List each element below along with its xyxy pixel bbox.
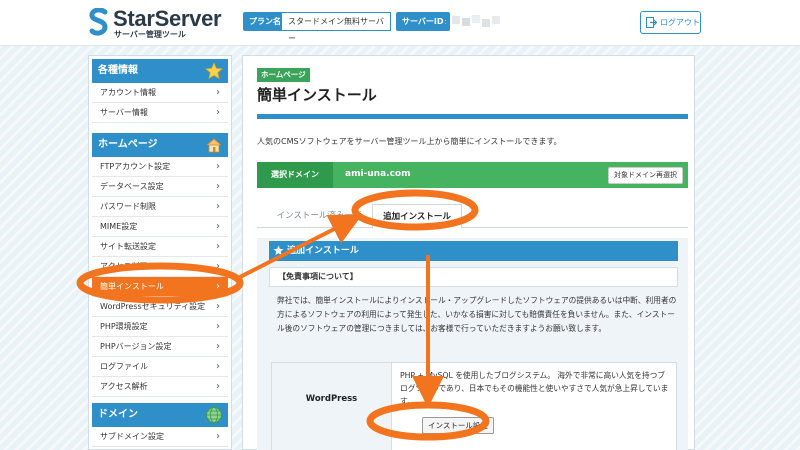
logo-mark-icon <box>89 8 108 36</box>
sidebar-item-label: PHPバージョン設定 <box>100 342 172 351</box>
tab-add-install[interactable]: 追加インストール <box>372 204 462 229</box>
chevron-right-icon: › <box>216 381 220 392</box>
app-description: PHP + MySQL を使用したブログシステム。 海外で非常に高い人気を持つブ… <box>400 371 669 406</box>
title-divider <box>257 114 688 119</box>
chevron-right-icon: › <box>216 281 220 292</box>
sidebar: 各種情報 アカウント情報 › サーバー情報 › ホームページ FTPアカウント設定 ›… <box>88 55 232 450</box>
chevron-right-icon: › <box>216 261 220 272</box>
app-name: WordPress <box>272 363 392 450</box>
disclaimer-text: 弊社では、簡単インストールによりインストール・アップグレードしたソフトウェアの提… <box>277 296 677 333</box>
sidebar-item-php-version[interactable]: PHPバージョン設定 › <box>92 337 228 357</box>
sidebar-item-label: アカウント情報 <box>100 88 156 97</box>
logout-button[interactable]: ログアウト <box>640 11 701 34</box>
sidebar-item-label: サイト転送設定 <box>100 242 156 251</box>
sidebar-item-server-info[interactable]: サーバー情報 › <box>92 103 228 123</box>
sidebar-item-label: データベース設定 <box>100 182 164 191</box>
add-install-heading: 追加インストール <box>269 241 678 261</box>
chevron-right-icon: › <box>216 361 220 372</box>
redaction-mosaic <box>452 15 500 27</box>
sidebar-section-info: 各種情報 <box>92 59 228 83</box>
top-header: StarServer サーバー管理ツール プラン名 スタードメイン無料サーバー … <box>0 0 800 46</box>
app-row-wordpress: WordPress PHP + MySQL を使用したブログシステム。 海外で非… <box>271 362 677 450</box>
add-install-panel: 追加インストール 【免責事項について】 弊社では、簡単インストールによりインスト… <box>257 238 688 450</box>
domain-reselect-button[interactable]: 対象ドメイン再選択 <box>608 167 683 184</box>
star-icon <box>273 245 284 256</box>
install-tabs: インストール済み一覧 追加インストール <box>257 204 688 229</box>
sidebar-item-access-analysis[interactable]: アクセス解析 › <box>92 377 228 397</box>
sidebar-item-label: WordPressセキュリティ設定 <box>100 302 206 311</box>
sidebar-section-title: ホームページ <box>98 139 158 150</box>
sidebar-section-title: ドメイン <box>98 409 138 420</box>
chevron-right-icon: › <box>216 181 220 192</box>
chevron-right-icon: › <box>216 201 220 212</box>
chevron-right-icon: › <box>216 87 220 98</box>
sidebar-item-account-info[interactable]: アカウント情報 › <box>92 83 228 103</box>
sidebar-item-label: パスワード制限 <box>100 202 156 211</box>
chevron-right-icon: › <box>216 221 220 232</box>
server-id-label: サーバーID <box>396 12 450 31</box>
sidebar-item-subdomain[interactable]: サブドメイン設定 › <box>92 427 228 447</box>
sidebar-item-label: MIME設定 <box>100 222 138 231</box>
sidebar-item-label: PHP環境設定 <box>100 322 148 331</box>
chevron-right-icon: › <box>216 301 220 312</box>
add-install-heading-text: 追加インストール <box>287 246 359 256</box>
chevron-right-icon: › <box>216 341 220 352</box>
chevron-right-icon: › <box>216 161 220 172</box>
star-icon <box>205 62 223 80</box>
sidebar-item-redirect[interactable]: サイト転送設定 › <box>92 237 228 257</box>
sidebar-item-label: サブドメイン設定 <box>100 432 164 441</box>
logo-subtitle: サーバー管理ツール <box>114 30 186 39</box>
starserver-logo[interactable]: StarServer サーバー管理ツール <box>88 6 238 40</box>
logout-label: ログアウト <box>660 18 700 27</box>
chevron-right-icon: › <box>216 321 220 332</box>
selected-domain-value: ami-una.com <box>345 169 411 179</box>
tab-installed-list[interactable]: インストール済み一覧 <box>269 204 369 228</box>
page-title: 簡単インストール <box>257 86 377 104</box>
page-category-tag: ホームページ <box>257 68 310 82</box>
plan-value: スタードメイン無料サーバー <box>281 12 391 43</box>
chevron-right-icon: › <box>216 107 220 118</box>
sidebar-item-label: 簡単インストール <box>100 282 164 291</box>
globe-icon <box>206 407 222 423</box>
sidebar-section-domain: ドメイン <box>92 403 228 427</box>
sidebar-item-php-config[interactable]: PHP環境設定 › <box>92 317 228 337</box>
install-settings-button[interactable]: インストール設定 <box>422 417 494 434</box>
chevron-right-icon: › <box>216 431 220 442</box>
chevron-right-icon: › <box>216 241 220 252</box>
sidebar-item-label: ログファイル <box>100 362 148 371</box>
sidebar-item-log-files[interactable]: ログファイル › <box>92 357 228 377</box>
sidebar-item-wp-security[interactable]: WordPressセキュリティ設定 › <box>92 297 228 317</box>
sidebar-item-access-limit[interactable]: アクセス制限 › <box>92 257 228 277</box>
selected-domain-label: 選択ドメイン <box>257 162 333 188</box>
intro-text: 人気のCMSソフトウェアをサーバー管理ツール上から簡単にインストールできます。 <box>257 137 562 146</box>
sidebar-section-title: 各種情報 <box>98 65 138 76</box>
logout-icon <box>646 17 657 28</box>
sidebar-item-mime[interactable]: MIME設定 › <box>92 217 228 237</box>
sidebar-item-label: FTPアカウント設定 <box>100 162 171 171</box>
sidebar-item-database[interactable]: データベース設定 › <box>92 177 228 197</box>
sidebar-item-label: サーバー情報 <box>100 108 148 117</box>
sidebar-item-label: アクセス解析 <box>100 382 148 391</box>
selected-domain-bar: 選択ドメイン ami-una.com 対象ドメイン再選択 <box>257 162 688 188</box>
sidebar-item-easy-install[interactable]: 簡単インストール › <box>92 277 228 297</box>
sidebar-section-homepage: ホームページ <box>92 133 228 157</box>
house-icon <box>206 138 222 153</box>
disclaimer-title: 【免責事項について】 <box>269 267 678 287</box>
main-panel: ホームページ 簡単インストール 人気のCMSソフトウェアをサーバー管理ツール上か… <box>242 55 695 450</box>
sidebar-item-password-limit[interactable]: パスワード制限 › <box>92 197 228 217</box>
sidebar-item-ftp[interactable]: FTPアカウント設定 › <box>92 157 228 177</box>
sidebar-item-label: アクセス制限 <box>100 262 148 271</box>
